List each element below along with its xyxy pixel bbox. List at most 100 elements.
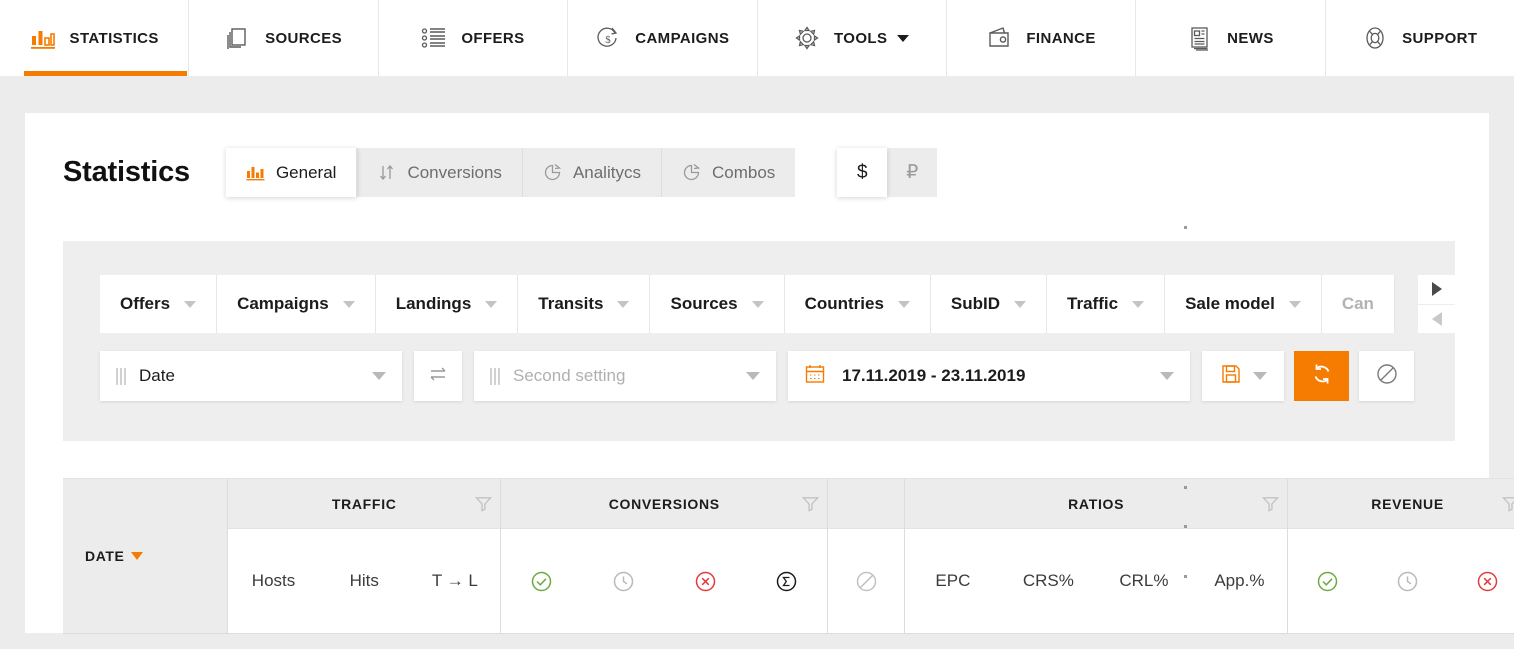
nav-item-finance[interactable]: FINANCE (947, 0, 1137, 76)
table-column-transit-to-landing[interactable]: T → L (410, 571, 501, 591)
filter-chip-sources[interactable]: Sources (650, 275, 785, 333)
table-column-crl[interactable]: CRL% (1096, 571, 1192, 591)
funnel-icon[interactable] (1493, 494, 1514, 513)
table-group-traffic: TRAFFIC Hosts Hits T → L (228, 479, 502, 633)
x-circle-icon (693, 569, 718, 594)
wallet-icon (986, 25, 1012, 51)
funnel-icon[interactable] (793, 494, 827, 513)
nav-item-label: SOURCES (265, 29, 343, 47)
table-group-title: REVENUE (1371, 495, 1444, 512)
chevron-down-icon (184, 300, 197, 308)
grouping-swap-button[interactable] (414, 351, 462, 401)
copy-pages-icon (225, 25, 251, 51)
nav-item-news[interactable]: NEWS (1136, 0, 1326, 76)
table-column-rejected[interactable] (664, 569, 746, 594)
filter-scroll-right-button[interactable] (1418, 275, 1455, 304)
table-column-revenue-approved[interactable] (1288, 569, 1368, 594)
drag-handle-icon[interactable] (490, 367, 501, 385)
sort-descending-icon[interactable] (131, 552, 144, 560)
table-column-pending[interactable] (583, 569, 665, 594)
table-column-revenue-rejected[interactable] (1447, 569, 1514, 594)
table-column-date-label: DATE (85, 548, 125, 564)
filter-chip-sale-model[interactable]: Sale model (1165, 275, 1322, 333)
filter-chip-subid[interactable]: SubID (930, 275, 1048, 333)
tab-combos[interactable]: Combos (661, 148, 796, 197)
table-column-approved[interactable] (501, 569, 583, 594)
chevron-down-icon (746, 372, 760, 380)
render-artifact-dot (1184, 486, 1187, 489)
chevron-down-icon (751, 300, 764, 308)
nav-item-label: SUPPORT (1402, 29, 1478, 47)
grouping-first-select[interactable]: Date (100, 351, 402, 401)
filter-chip-label: Sources (670, 294, 738, 313)
pie-chart-icon (543, 163, 562, 182)
filter-scroll-left-button[interactable] (1418, 303, 1455, 334)
tab-conversions[interactable]: Conversions (357, 148, 523, 197)
nav-item-statistics[interactable]: STATISTICS (0, 0, 190, 76)
tab-analitycs[interactable]: Analitycs (522, 148, 662, 197)
table-column-total[interactable] (746, 569, 828, 594)
table-group-header: TRAFFIC (228, 479, 501, 529)
pie-chart-icon (682, 163, 701, 182)
grouping-row: Date Second setting 17.11.2019 - 23.11.2… (100, 351, 1414, 401)
table-column-date[interactable]: DATE (63, 479, 229, 633)
clear-filters-button[interactable] (1359, 351, 1414, 401)
filter-chip-offers[interactable]: Offers (100, 275, 218, 333)
nav-item-sources[interactable]: SOURCES (189, 0, 379, 76)
filter-chip-landings[interactable]: Landings (375, 275, 519, 333)
table-group-conversions: CONVERSIONS (501, 479, 829, 633)
date-range-picker[interactable]: 17.11.2019 - 23.11.2019 (788, 351, 1190, 401)
check-circle-icon (529, 569, 554, 594)
dollar-cycle-icon: $ (595, 25, 621, 51)
table-group-title: TRAFFIC (331, 495, 397, 512)
filter-chip-campaigns[interactable]: Campaigns (217, 275, 376, 333)
nav-item-label: CAMPAIGNS (635, 29, 730, 47)
page-title: Statistics (63, 156, 190, 188)
table-group-title: CONVERSIONS (608, 495, 720, 512)
table-column-hits[interactable]: Hits (319, 571, 410, 591)
render-artifact-dot (1184, 525, 1187, 528)
nav-item-campaigns[interactable]: $ CAMPAIGNS (568, 0, 758, 76)
funnel-icon[interactable] (1253, 494, 1287, 513)
table-column-excluded[interactable] (828, 569, 904, 594)
table-column-approval-rate[interactable]: App.% (1192, 571, 1288, 591)
no-entry-icon (1375, 362, 1399, 391)
list-icon (421, 25, 447, 51)
nav-item-offers[interactable]: OFFERS (379, 0, 569, 76)
currency-rub-button[interactable]: ₽ (887, 148, 938, 197)
table-column-revenue-pending[interactable] (1368, 569, 1448, 594)
save-preset-button[interactable] (1202, 351, 1284, 401)
nav-item-tools[interactable]: TOOLS (758, 0, 947, 76)
table-column-crs[interactable]: CRS% (1001, 571, 1097, 591)
table-group-excluded (828, 479, 906, 633)
table-group-header: REVENUE (1288, 479, 1514, 529)
chevron-down-icon (1014, 300, 1027, 308)
tab-general[interactable]: General (225, 148, 358, 197)
table-column-epc[interactable]: EPC (905, 571, 1001, 591)
refresh-icon (1310, 362, 1334, 391)
nav-item-label: NEWS (1227, 29, 1274, 47)
filter-chip-traffic[interactable]: Traffic (1047, 275, 1166, 333)
drag-handle-icon[interactable] (116, 367, 127, 385)
filter-panel: Offers Campaigns Landings Transits Sourc… (63, 241, 1455, 441)
currency-switcher: $ ₽ (837, 148, 938, 197)
filter-chip-countries[interactable]: Countries (784, 275, 931, 333)
x-circle-icon (1475, 569, 1500, 594)
nav-item-label: OFFERS (461, 29, 525, 47)
funnel-icon[interactable] (466, 494, 500, 513)
filter-chip-label: Landings (395, 294, 472, 313)
refresh-button[interactable] (1294, 351, 1349, 401)
filter-chip-cut-off[interactable]: Can (1321, 275, 1395, 333)
filter-chip-transits[interactable]: Transits (518, 275, 651, 333)
grouping-second-placeholder: Second setting (513, 366, 626, 385)
grouping-second-select[interactable]: Second setting (474, 351, 776, 401)
render-artifact-dot (1184, 575, 1187, 578)
currency-usd-button[interactable]: $ (837, 148, 888, 197)
bar-chart-icon (246, 163, 265, 182)
lifebuoy-icon (1362, 25, 1388, 51)
table-group-header: RATIOS (905, 479, 1288, 529)
gear-icon (794, 25, 820, 51)
nav-item-support[interactable]: SUPPORT (1326, 0, 1514, 76)
grouping-first-value: Date (139, 366, 175, 385)
table-column-hosts[interactable]: Hosts (228, 571, 319, 591)
